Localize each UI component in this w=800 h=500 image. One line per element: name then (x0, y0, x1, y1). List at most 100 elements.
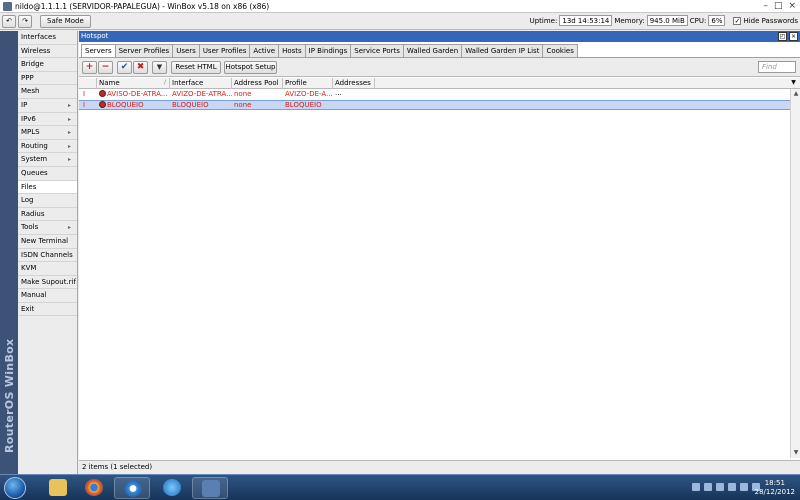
sidebar-item-radius[interactable]: Radius (18, 208, 77, 222)
reset-html-button[interactable]: Reset HTML (171, 61, 221, 74)
sidebar-item-label: Wireless (21, 46, 51, 55)
clock-date: 28/12/2012 (754, 488, 795, 496)
add-button[interactable]: + (82, 61, 97, 74)
sidebar-item-label: System (21, 155, 48, 164)
taskbar-clock[interactable]: 18:51 28/12/2012 (755, 479, 795, 497)
sidebar-item-exit[interactable]: Exit (18, 303, 77, 317)
tab-server-profiles[interactable]: Server Profiles (114, 44, 174, 57)
taskbar-chrome[interactable] (76, 477, 112, 499)
minimize-button[interactable]: – (763, 1, 768, 11)
tray-icon-2[interactable] (704, 483, 712, 491)
windows-taskbar: 18:51 28/12/2012 (0, 474, 800, 500)
start-button[interactable] (4, 477, 26, 499)
taskbar-winbox[interactable] (192, 477, 228, 499)
tab-servers[interactable]: Servers (81, 44, 116, 57)
memory-label: Memory: (614, 16, 645, 25)
hotspot-server-icon (99, 90, 106, 97)
sidebar-item-label: PPP (21, 73, 34, 82)
winbox-app-icon (3, 1, 12, 11)
sidebar-item-manual[interactable]: Manual (18, 289, 77, 303)
table-row[interactable]: I BLOQUEIO BLOQUEIO none BLOQUEIO (79, 100, 790, 110)
find-input[interactable]: Find (758, 61, 796, 73)
table-header: Name Interface Address Pool Profile Addr… (79, 78, 800, 97)
disable-button[interactable]: ✖ (133, 61, 148, 74)
close-window-button[interactable]: × (789, 32, 798, 41)
sidebar-item-make-supout-rif[interactable]: Make Supout.rif (18, 276, 77, 290)
tray-icon-4[interactable] (728, 483, 736, 491)
tab-ip-bindings[interactable]: IP Bindings (304, 44, 352, 57)
table-row[interactable]: I AVISO-DE-ATRA... AVIZO-DE-ATRA... none AVI… (79, 90, 790, 100)
checkmark-icon: ✔ (120, 62, 129, 72)
scroll-up-icon[interactable]: ▲ (791, 89, 800, 99)
submenu-arrow-icon: ▸ (67, 129, 71, 137)
sidebar-item-log[interactable]: Log (18, 194, 77, 208)
column-addresses[interactable]: Addresses ... (333, 78, 375, 97)
sidebar-item-ipv6[interactable]: IPv6 ▸ (18, 113, 77, 127)
hotspot-window-title: Hotspot ◰ × (79, 31, 800, 42)
maximize-button[interactable]: □ (774, 1, 783, 11)
tab-hosts[interactable]: Hosts (278, 44, 306, 57)
safe-mode-button[interactable]: Safe Mode (40, 14, 91, 28)
row-flag: I (83, 101, 86, 109)
column-interface[interactable]: Interface (170, 78, 232, 89)
undo-icon: ↶ (6, 17, 12, 25)
filter-button[interactable]: ▼ (152, 61, 167, 74)
taskbar-ie[interactable] (154, 477, 190, 499)
enable-button[interactable]: ✔ (117, 61, 132, 74)
tab-walled-garden-ip-list[interactable]: Walled Garden IP List (461, 44, 544, 57)
memory-value: 945.0 MiB (646, 15, 688, 26)
close-button[interactable]: × (788, 1, 796, 11)
cell-profile: AVIZO-DE-A... (283, 90, 333, 100)
tab-user-profiles[interactable]: User Profiles (198, 44, 251, 57)
sidebar-item-files[interactable]: Files (18, 180, 77, 195)
hotspot-setup-button[interactable]: Hotspot Setup (224, 61, 277, 74)
sidebar-item-ppp[interactable]: PPP (18, 72, 77, 86)
column-address-pool[interactable]: Address Pool (232, 78, 283, 89)
tray-icon-5[interactable] (740, 483, 748, 491)
cell-profile: BLOQUEIO (283, 101, 333, 111)
sidebar-item-queues[interactable]: Queues (18, 167, 77, 181)
sidebar-item-kvm[interactable]: KVM (18, 262, 77, 276)
tray-icon-3[interactable] (716, 483, 724, 491)
tab-active[interactable]: Active (249, 44, 280, 57)
tray-icon-1[interactable] (692, 483, 700, 491)
sidebar-item-bridge[interactable]: Bridge (18, 58, 77, 72)
tab-users[interactable]: Users (172, 44, 200, 57)
taskbar-explorer[interactable] (40, 477, 76, 499)
sidebar-item-mpls[interactable]: MPLS ▸ (18, 126, 77, 140)
sidebar-item-new-terminal[interactable]: New Terminal (18, 235, 77, 249)
undo-button[interactable]: ↶ (2, 14, 16, 28)
sidebar-item-interfaces[interactable]: Interfaces (18, 31, 77, 45)
tab-cookies[interactable]: Cookies (542, 44, 578, 57)
tab-walled-garden[interactable]: Walled Garden (402, 44, 463, 57)
cell-text: BLOQUEIO (172, 101, 209, 109)
taskbar-app-blue[interactable] (114, 477, 150, 499)
column-name[interactable]: Name (97, 78, 170, 89)
clock-time: 18:51 (764, 479, 785, 487)
window-titlebar: nildo@1.1.1.1 (SERVIDOR-PAPALEGUA) - Win… (0, 0, 800, 13)
sidebar-item-wireless[interactable]: Wireless (18, 45, 77, 59)
restore-window-button[interactable]: ◰ (778, 32, 787, 41)
items-status: 2 items (1 selected) (79, 460, 800, 474)
sidebar-item-label: Radius (21, 209, 45, 218)
tab-service-ports[interactable]: Service Ports (350, 44, 404, 57)
sidebar-item-mesh[interactable]: Mesh (18, 85, 77, 99)
sidebar-item-ip[interactable]: IP ▸ (18, 99, 77, 113)
remove-button[interactable]: − (98, 61, 113, 74)
sidebar-item-label: IP (21, 100, 28, 109)
cpu-value: 6% (708, 15, 726, 26)
sidebar-item-routing[interactable]: Routing ▸ (18, 140, 77, 154)
sidebar-item-tools[interactable]: Tools ▸ (18, 221, 77, 235)
window-controls: – □ × (763, 1, 796, 11)
cell-interface: BLOQUEIO (170, 101, 232, 111)
sidebar-item-isdn-channels[interactable]: ISDN Channels (18, 249, 77, 263)
hotspot-server-icon (99, 101, 106, 108)
column-profile[interactable]: Profile (283, 78, 333, 89)
redo-button[interactable]: ↷ (18, 14, 32, 28)
hide-passwords-checkbox[interactable]: ✓ (733, 16, 742, 25)
vertical-scrollbar[interactable]: ▲ ▼ (790, 89, 800, 458)
columns-dropdown-icon[interactable]: ▼ (789, 78, 798, 89)
cell-text: BLOQUEIO (107, 101, 144, 109)
sidebar-item-system[interactable]: System ▸ (18, 153, 77, 167)
scroll-down-icon[interactable]: ▼ (791, 448, 800, 458)
